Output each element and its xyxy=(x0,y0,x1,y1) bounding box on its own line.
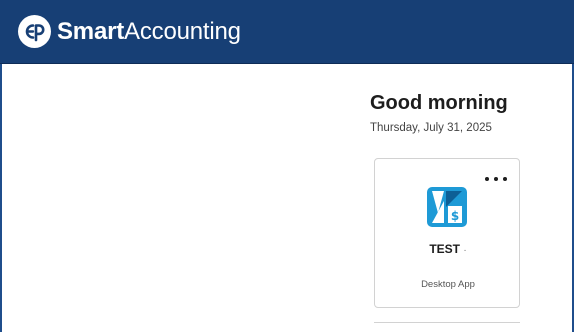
brand-title[interactable]: SmartAccounting xyxy=(57,17,241,47)
greeting-heading: Good morning xyxy=(370,92,508,114)
brand-title-strong: Smart xyxy=(57,18,125,45)
current-date: Thursday, July 31, 2025 xyxy=(370,122,492,134)
svg-text:$: $ xyxy=(451,209,459,223)
brand-title-light: Accounting xyxy=(124,18,241,45)
app-card[interactable]: $ TEST · Desktop App xyxy=(374,158,520,308)
top-header: SmartAccounting xyxy=(0,0,574,64)
app-type-label: Desktop App xyxy=(421,279,475,290)
more-options-icon[interactable] xyxy=(483,171,509,187)
app-name-text: TEST xyxy=(429,242,460,256)
app-name-suffix: · xyxy=(463,245,467,256)
smartaccounting-logo-icon[interactable] xyxy=(18,15,51,48)
accounting-app-icon: $ xyxy=(427,187,467,227)
next-app-card-edge xyxy=(374,322,520,333)
app-name[interactable]: TEST · xyxy=(375,242,521,256)
